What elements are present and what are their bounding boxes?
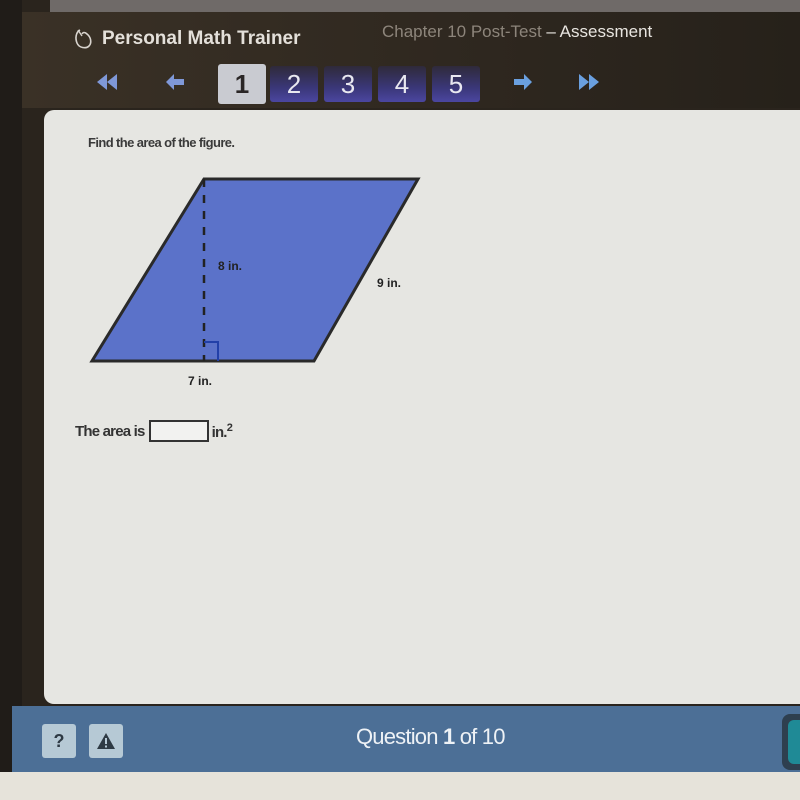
next-page-icon [514, 74, 532, 90]
last-page-icon [579, 74, 599, 90]
unit-exponent: 2 [226, 421, 233, 434]
warning-icon [97, 733, 115, 749]
title-chapter: Chapter 10 Post-Test [382, 22, 542, 41]
first-page-button[interactable] [94, 70, 122, 94]
question-number: 1 [442, 724, 455, 749]
page-3-button[interactable]: 3 [324, 66, 372, 102]
next-page-button[interactable] [508, 70, 536, 94]
screen-bezel [0, 0, 22, 800]
page-bottom [0, 772, 800, 800]
area-answer-input[interactable] [148, 420, 209, 442]
page-4-button[interactable]: 4 [378, 66, 426, 102]
help-button[interactable]: ? [42, 724, 76, 758]
answer-row: The area is in.2 [75, 420, 233, 442]
brand-name: Personal Math Trainer [102, 28, 301, 49]
page-5-button[interactable]: 5 [432, 66, 480, 102]
first-page-icon [97, 74, 117, 90]
next-question-button-face [788, 720, 800, 764]
next-question-button[interactable] [782, 714, 800, 770]
height-label: 8 in. [218, 259, 242, 273]
title-assessment: Assessment [559, 22, 653, 41]
assessment-title: Chapter 10 Post-Test – Assessment [382, 22, 652, 42]
title-separator: – [541, 22, 560, 41]
brain-logo-icon [75, 29, 92, 49]
answer-prefix: The area is [75, 422, 145, 440]
help-icon: ? [53, 730, 65, 751]
parallelogram-figure: 8 in. 9 in. 7 in. [89, 177, 421, 388]
previous-page-button[interactable] [162, 70, 190, 94]
answer-unit: in.2 [211, 421, 233, 441]
side-label: 9 in. [377, 276, 401, 290]
question-prompt: Find the area of the figure. [88, 135, 235, 150]
question-counter: Question 1 of 10 [356, 724, 505, 750]
app-header: Personal Math Trainer Chapter 10 Post-Te… [22, 12, 800, 108]
address-bar[interactable] [50, 0, 800, 12]
report-issue-button[interactable] [89, 724, 123, 758]
question-word: Question [356, 724, 438, 749]
base-label: 7 in. [188, 374, 212, 388]
footer-bar: ? Question 1 of 10 [12, 706, 800, 772]
parallelogram-shape [89, 177, 421, 363]
previous-page-icon [166, 74, 184, 90]
page-2-button[interactable]: 2 [270, 66, 318, 102]
question-total: of 10 [459, 724, 506, 749]
unit-text: in. [211, 423, 228, 441]
page-1-button[interactable]: 1 [218, 64, 266, 104]
last-page-button[interactable] [574, 70, 602, 94]
brand: Personal Math Trainer [74, 28, 301, 50]
question-navigation: 1 2 3 4 5 [22, 64, 800, 104]
